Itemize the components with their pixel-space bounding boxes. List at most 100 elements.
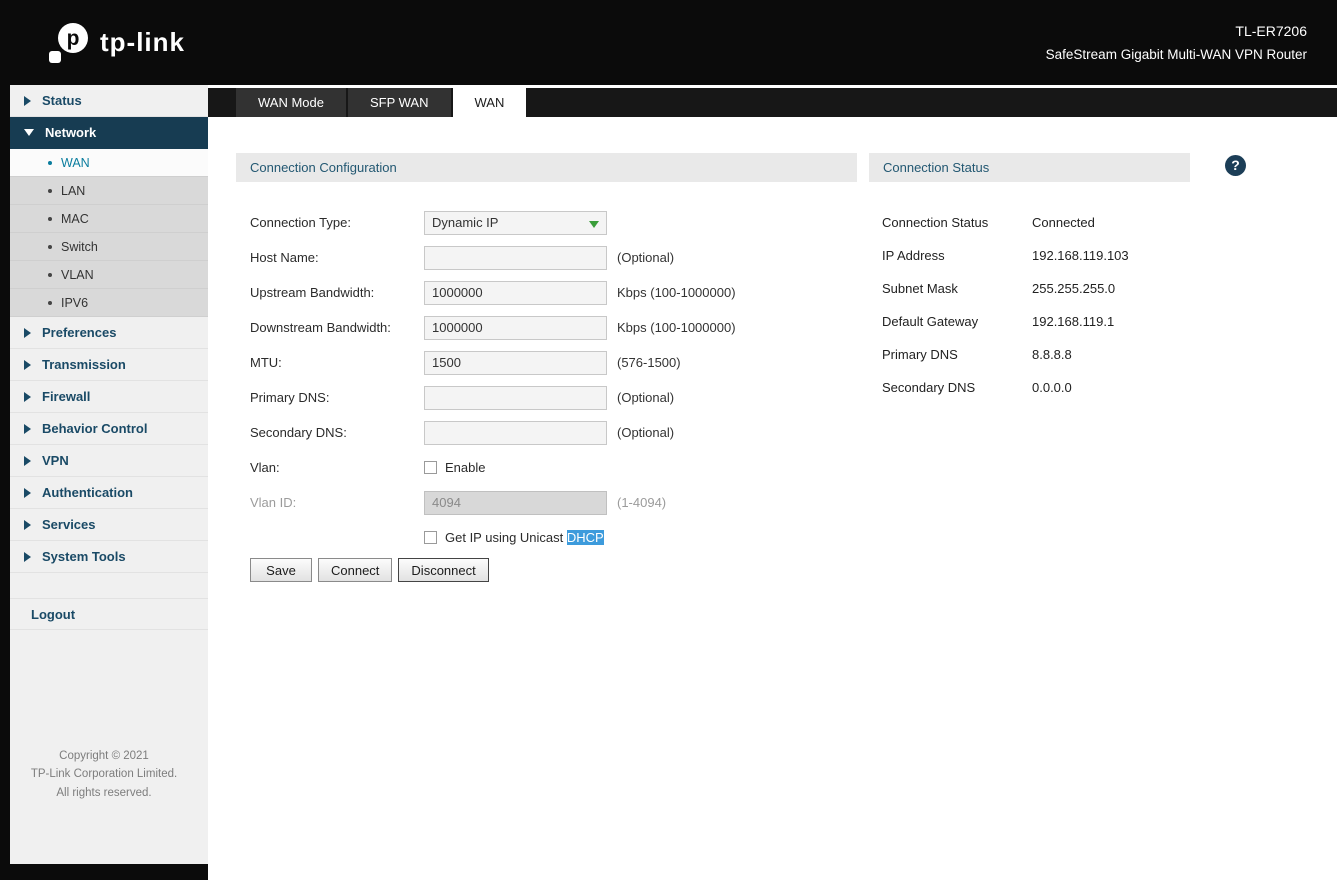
upstream-bandwidth-input[interactable] (424, 280, 607, 305)
sidebar-item-firewall[interactable]: Firewall (10, 381, 208, 413)
logout-label: Logout (31, 606, 76, 622)
copyright-notice: Copyright © 2021 TP-Link Corporation Lim… (10, 747, 198, 803)
chevron-down-icon (589, 220, 599, 228)
status-row-primary-dns: Primary DNS 8.8.8.8 (882, 338, 1202, 371)
vlan-enable-label: Enable (445, 460, 486, 475)
tab-wan[interactable]: WAN (452, 88, 527, 117)
copyright-line: All rights reserved. (56, 786, 152, 799)
sidebar-item-status[interactable]: Status (10, 85, 208, 117)
chevron-right-icon (24, 327, 31, 338)
save-button[interactable]: Save (250, 558, 312, 582)
sidebar-item-vpn[interactable]: VPN (10, 445, 208, 477)
sidebar-item-network[interactable]: Network (10, 117, 208, 149)
sidebar-subitem-mac[interactable]: MAC (10, 205, 208, 233)
sidebar-item-label: Network (45, 125, 97, 140)
vlan-id-hint: (1-4094) (617, 495, 667, 510)
vlan-label: Vlan: (250, 460, 280, 475)
tp-link-logo-icon: p (49, 22, 88, 63)
status-label: Secondary DNS (882, 380, 976, 395)
sidebar-subitem-vlan[interactable]: VLAN (10, 261, 208, 289)
primary-dns-row: Primary DNS: (Optional) (250, 380, 840, 415)
vlan-id-input (424, 490, 607, 515)
connection-type-value: Dynamic IP (432, 215, 499, 230)
vlan-row: Vlan: Enable (250, 450, 840, 485)
sidebar-subitem-lan[interactable]: LAN (10, 177, 208, 205)
downstream-bandwidth-input[interactable] (424, 315, 607, 340)
main-content: WAN Mode SFP WAN WAN Connection Configur… (208, 85, 1337, 880)
sidebar-item-label: Preferences (42, 325, 117, 340)
status-value: 0.0.0.0 (1032, 380, 1072, 395)
status-label: IP Address (882, 248, 945, 263)
network-submenu: WAN LAN MAC Switch VLAN IPV6 (10, 149, 208, 317)
sidebar-item-label: System Tools (42, 549, 126, 564)
sidebar-item-behavior-control[interactable]: Behavior Control (10, 413, 208, 445)
sidebar: Status Network WAN LAN MAC Switch VLAN I… (0, 85, 208, 880)
status-value: 192.168.119.1 (1032, 314, 1115, 329)
status-row-connection-status: Connection Status Connected (882, 206, 1202, 239)
vlan-id-label: Vlan ID: (250, 495, 297, 510)
status-value: 192.168.119.103 (1032, 248, 1129, 263)
primary-dns-input[interactable] (424, 385, 607, 410)
status-value: Connected (1032, 215, 1095, 230)
connect-button[interactable]: Connect (318, 558, 393, 582)
chevron-right-icon (24, 423, 31, 434)
sidebar-subitem-label: WAN (61, 155, 90, 170)
sidebar-item-label: Authentication (42, 485, 133, 500)
sidebar-item-label: Behavior Control (42, 421, 148, 436)
tab-sfp-wan[interactable]: SFP WAN (347, 88, 451, 117)
sidebar-item-label: Status (42, 93, 82, 108)
chevron-right-icon (24, 391, 31, 402)
chevron-right-icon (24, 551, 31, 562)
sidebar-item-services[interactable]: Services (10, 509, 208, 541)
chevron-right-icon (24, 519, 31, 530)
mtu-input[interactable] (424, 350, 607, 375)
connection-configuration-form: Connection Type: Dynamic IP Host Name: (… (250, 205, 840, 582)
vlan-id-row: Vlan ID: (1-4094) (250, 485, 840, 520)
svg-text:p: p (67, 27, 80, 50)
help-icon[interactable]: ? (1225, 155, 1246, 176)
bullet-icon (48, 216, 52, 221)
status-row-ip-address: IP Address 192.168.119.103 (882, 239, 1202, 272)
host-name-input[interactable] (424, 245, 607, 270)
upstream-bandwidth-label: Upstream Bandwidth: (250, 285, 375, 300)
sidebar-item-system-tools[interactable]: System Tools (10, 541, 208, 573)
sidebar-item-logout[interactable]: Logout (10, 598, 208, 630)
connection-status-panel: Connection Status Connected IP Address 1… (882, 206, 1202, 404)
secondary-dns-label: Secondary DNS: (250, 425, 347, 440)
copyright-line: Copyright © 2021 (59, 749, 149, 762)
page: p tp-link TL-ER7206 SafeStream Gigabit M… (0, 0, 1337, 880)
secondary-dns-input[interactable] (424, 420, 607, 445)
primary-dns-hint: (Optional) (617, 390, 675, 405)
copyright-line: TP-Link Corporation Limited. (30, 768, 178, 780)
sidebar-item-authentication[interactable]: Authentication (10, 477, 208, 509)
status-label: Subnet Mask (882, 281, 958, 296)
unicast-dhcp-row: Get IP using Unicast DHCP (250, 520, 840, 555)
sidebar-subitem-label: LAN (61, 183, 86, 198)
disconnect-button[interactable]: Disconnect (398, 558, 489, 582)
status-row-default-gateway: Default Gateway 192.168.119.1 (882, 305, 1202, 338)
bullet-icon (48, 188, 52, 193)
status-value: 8.8.8.8 (1032, 347, 1072, 362)
bullet-icon (48, 272, 52, 277)
unicast-dhcp-highlight: DHCP (566, 530, 604, 545)
sidebar-subitem-switch[interactable]: Switch (10, 233, 208, 261)
sidebar-subitem-ipv6[interactable]: IPV6 (10, 289, 208, 317)
vlan-enable-checkbox[interactable] (424, 461, 437, 474)
upstream-bandwidth-hint: Kbps (100-1000000) (617, 285, 736, 300)
sidebar-item-label: Firewall (42, 389, 91, 404)
connection-type-select[interactable]: Dynamic IP (424, 210, 607, 235)
sidebar-subitem-label: VLAN (61, 267, 94, 282)
tab-wan-mode[interactable]: WAN Mode (236, 88, 346, 117)
status-row-secondary-dns: Secondary DNS 0.0.0.0 (882, 371, 1202, 404)
sidebar-subitem-wan[interactable]: WAN (10, 149, 208, 177)
unicast-dhcp-checkbox[interactable] (424, 531, 437, 544)
device-description: SafeStream Gigabit Multi-WAN VPN Router (1045, 47, 1307, 62)
device-model: TL-ER7206 (1235, 23, 1307, 39)
host-name-hint: (Optional) (617, 250, 675, 265)
sidebar-item-transmission[interactable]: Transmission (10, 349, 208, 381)
connection-type-label: Connection Type: (250, 215, 351, 230)
sidebar-item-label: Services (42, 517, 96, 532)
status-row-subnet-mask: Subnet Mask 255.255.255.0 (882, 272, 1202, 305)
mtu-label: MTU: (250, 355, 282, 370)
sidebar-item-preferences[interactable]: Preferences (10, 317, 208, 349)
